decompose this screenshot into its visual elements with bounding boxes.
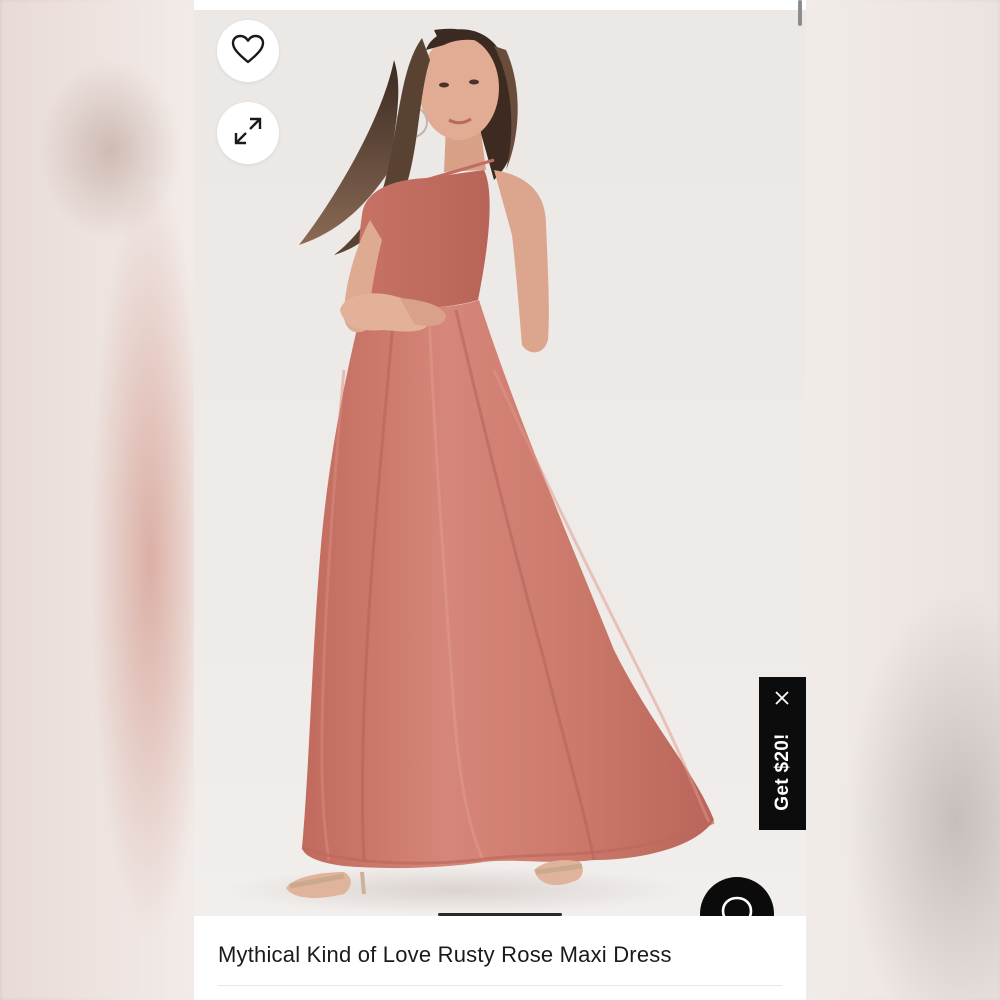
product-title-bar: Mythical Kind of Love Rusty Rose Maxi Dr… xyxy=(194,916,806,1000)
promo-label[interactable]: Get $20! xyxy=(772,733,794,810)
divider xyxy=(218,985,782,986)
product-photo[interactable] xyxy=(194,10,806,916)
phone-screen: Get $20! Mythical Kind of Love Rusty Ros… xyxy=(194,0,806,1000)
scroll-indicator[interactable] xyxy=(798,0,802,26)
blurred-background-right xyxy=(806,0,1000,1000)
model-illustration xyxy=(224,28,715,914)
screenshot-stage: Get $20! Mythical Kind of Love Rusty Ros… xyxy=(0,0,1000,1000)
expand-image-button[interactable] xyxy=(217,102,279,164)
blurred-background-left xyxy=(0,0,194,1000)
wishlist-button[interactable] xyxy=(217,20,279,82)
product-title: Mythical Kind of Love Rusty Rose Maxi Dr… xyxy=(218,942,672,967)
heart-icon xyxy=(231,34,265,69)
close-icon[interactable] xyxy=(771,687,793,709)
expand-arrows-icon xyxy=(232,115,264,152)
promo-tab[interactable]: Get $20! xyxy=(759,677,806,830)
